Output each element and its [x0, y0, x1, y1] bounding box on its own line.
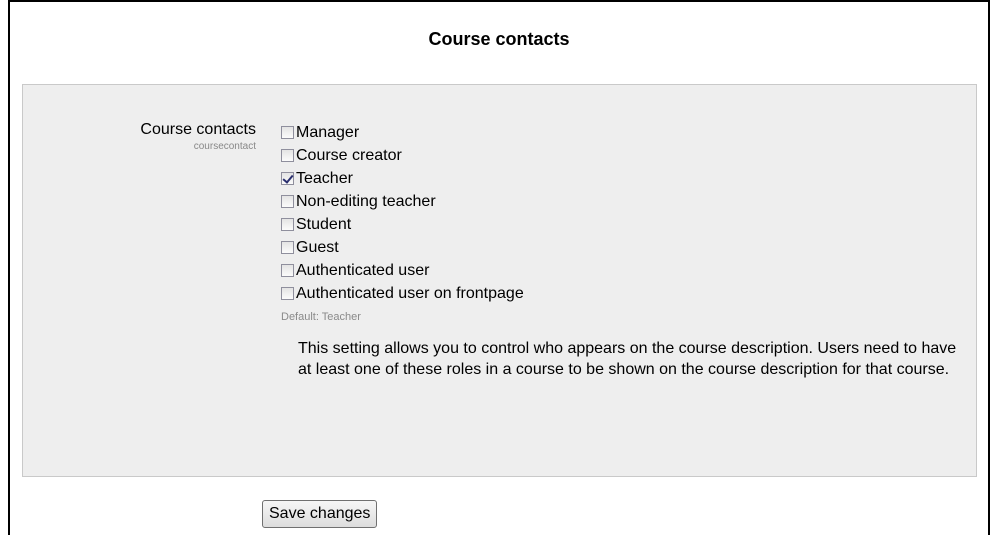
role-option-label: Teacher	[296, 170, 353, 187]
role-option-guest[interactable]: Guest	[281, 234, 524, 257]
checkbox-authenticated-user-frontpage[interactable]	[281, 287, 294, 300]
role-option-label: Student	[296, 216, 352, 233]
role-option-manager[interactable]: Manager	[281, 119, 524, 142]
role-option-label: Guest	[296, 239, 339, 256]
checkbox-teacher[interactable]	[281, 172, 294, 185]
role-option-label: Course creator	[296, 147, 402, 164]
role-option-non-editing-teacher[interactable]: Non-editing teacher	[281, 188, 524, 211]
default-value-note: Default: Teacher	[281, 311, 361, 323]
role-option-teacher[interactable]: Teacher	[281, 165, 524, 188]
role-option-student[interactable]: Student	[281, 211, 524, 234]
role-checkbox-list: Manager Course creator Teacher Non-editi…	[281, 119, 524, 303]
save-changes-button[interactable]: Save changes	[262, 500, 378, 528]
settings-panel: Course contacts coursecontact Manager Co…	[22, 84, 977, 477]
checkbox-manager[interactable]	[281, 126, 294, 139]
setting-label-block: Course contacts coursecontact	[140, 121, 256, 153]
checkbox-guest[interactable]	[281, 241, 294, 254]
checkbox-authenticated-user[interactable]	[281, 264, 294, 277]
setting-label: Course contacts	[140, 121, 256, 138]
page-title: Course contacts	[428, 29, 570, 49]
role-option-authenticated-user-frontpage[interactable]: Authenticated user on frontpage	[281, 280, 524, 303]
role-option-label: Authenticated user	[296, 262, 430, 279]
role-option-course-creator[interactable]: Course creator	[281, 142, 524, 165]
role-option-label: Authenticated user on frontpage	[296, 285, 524, 302]
role-option-label: Non-editing teacher	[296, 193, 436, 210]
role-option-authenticated-user[interactable]: Authenticated user	[281, 257, 524, 280]
role-option-label: Manager	[296, 124, 360, 141]
settings-page: Course contacts Course contacts courseco…	[8, 0, 990, 535]
checkbox-non-editing-teacher[interactable]	[281, 195, 294, 208]
setting-key: coursecontact	[193, 141, 256, 152]
checkbox-student[interactable]	[281, 218, 294, 231]
checkbox-course-creator[interactable]	[281, 149, 294, 162]
setting-description: This setting allows you to control who a…	[298, 340, 957, 378]
